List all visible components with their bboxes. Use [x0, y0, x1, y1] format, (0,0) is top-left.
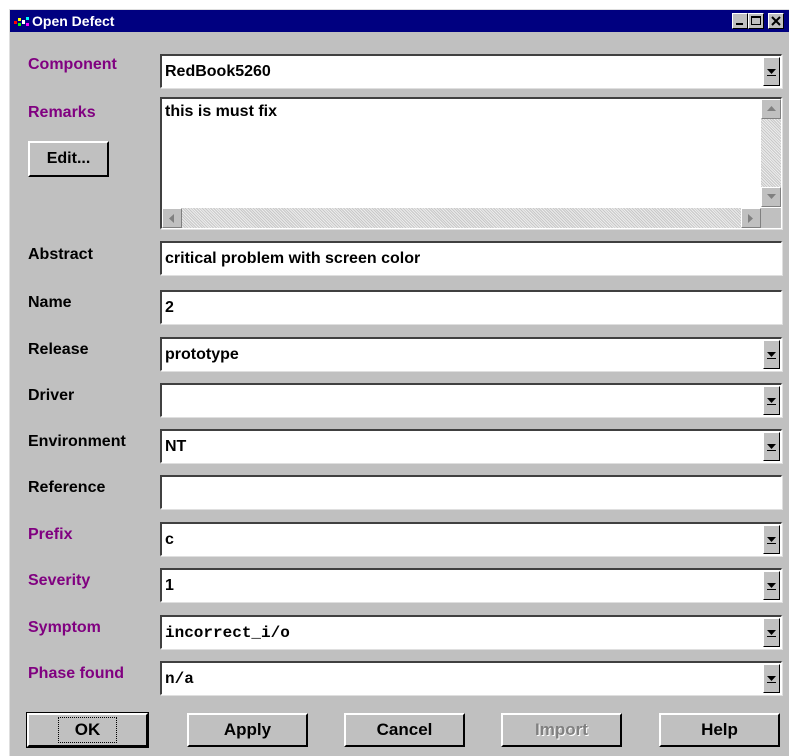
environment-value: NT	[165, 437, 187, 455]
driver-value	[165, 385, 759, 416]
reference-label: Reference	[28, 479, 106, 496]
severity-dropdown-button[interactable]	[763, 571, 780, 600]
chevron-up-icon	[767, 106, 776, 111]
driver-dropdown-button[interactable]	[763, 386, 780, 415]
prefix-select[interactable]: c	[160, 522, 782, 556]
abstract-label: Abstract	[28, 246, 93, 263]
name-value: 2	[165, 298, 174, 316]
app-icon	[14, 15, 30, 27]
minimize-icon	[736, 23, 743, 25]
remarks-horizontal-scrollbar[interactable]	[162, 208, 761, 228]
close-icon	[771, 16, 781, 26]
remarks-vertical-scrollbar[interactable]	[761, 99, 781, 207]
symptom-value: incorrect_i/o	[165, 623, 290, 642]
ok-button[interactable]: OK	[26, 712, 149, 748]
minimize-button[interactable]	[732, 13, 748, 29]
symptom-label: Symptom	[28, 619, 101, 636]
chevron-down-icon	[767, 351, 776, 359]
phase-found-label: Phase found	[28, 665, 125, 682]
edit-button-label: Edit...	[46, 150, 91, 167]
phase-found-value: n/a	[165, 669, 194, 688]
ok-button-label: OK	[57, 717, 118, 743]
apply-button-label: Apply	[223, 720, 272, 739]
chevron-right-icon	[748, 214, 753, 223]
scroll-up-button[interactable]	[761, 99, 781, 119]
open-defect-dialog: Open Defect Component RedBook5260 Remark…	[9, 9, 789, 756]
help-button-label: Help	[701, 720, 738, 739]
release-dropdown-button[interactable]	[763, 340, 780, 369]
environment-select[interactable]: NT	[160, 429, 782, 463]
release-label: Release	[28, 341, 89, 358]
cancel-button[interactable]: Cancel	[344, 713, 465, 747]
close-button[interactable]	[768, 13, 784, 29]
remarks-edit-button[interactable]: Edit...	[28, 141, 109, 177]
maximize-icon	[751, 16, 761, 25]
symptom-dropdown-button[interactable]	[763, 618, 780, 647]
scrollbar-corner	[761, 208, 781, 228]
prefix-value: c	[165, 530, 174, 548]
chevron-down-icon	[767, 675, 776, 683]
prefix-label: Prefix	[28, 526, 73, 543]
release-select[interactable]: prototype	[160, 337, 782, 371]
window-title: Open Defect	[32, 13, 115, 29]
driver-select[interactable]	[160, 383, 782, 417]
release-value: prototype	[165, 345, 239, 363]
scroll-right-button[interactable]	[741, 208, 761, 228]
cancel-button-label: Cancel	[376, 720, 433, 739]
remarks-value: this is must fix	[165, 103, 278, 120]
component-select[interactable]: RedBook5260	[160, 54, 782, 88]
reference-input[interactable]	[160, 475, 782, 509]
name-label: Name	[28, 294, 72, 311]
title-bar[interactable]: Open Defect	[10, 10, 789, 32]
apply-button[interactable]: Apply	[187, 713, 308, 747]
chevron-down-icon	[767, 194, 776, 199]
import-button-label: Import	[535, 720, 588, 739]
component-dropdown-button[interactable]	[763, 57, 780, 86]
abstract-input[interactable]: critical problem with screen color	[160, 241, 782, 275]
chevron-down-icon	[767, 536, 776, 544]
chevron-left-icon	[169, 214, 174, 223]
phase-found-select[interactable]: n/a	[160, 661, 782, 695]
chevron-down-icon	[767, 629, 776, 637]
component-value: RedBook5260	[165, 62, 271, 80]
chevron-down-icon	[767, 582, 776, 590]
chevron-down-icon	[767, 68, 776, 76]
remarks-textarea[interactable]: this is must fix	[160, 97, 782, 229]
scroll-left-button[interactable]	[162, 208, 182, 228]
phase-found-dropdown-button[interactable]	[763, 664, 780, 693]
import-button: Import	[501, 713, 622, 747]
chevron-down-icon	[767, 397, 776, 405]
prefix-dropdown-button[interactable]	[763, 525, 780, 554]
scroll-down-button[interactable]	[761, 187, 781, 207]
chevron-down-icon	[767, 443, 776, 451]
remarks-label: Remarks	[28, 104, 96, 121]
component-label: Component	[28, 56, 117, 73]
environment-dropdown-button[interactable]	[763, 432, 780, 461]
environment-label: Environment	[28, 433, 126, 450]
maximize-button[interactable]	[748, 13, 764, 29]
severity-select[interactable]: 1	[160, 568, 782, 602]
reference-value	[165, 477, 778, 508]
abstract-value: critical problem with screen color	[165, 249, 421, 267]
driver-label: Driver	[28, 387, 75, 404]
name-input[interactable]: 2	[160, 290, 782, 324]
help-button[interactable]: Help	[659, 713, 780, 747]
severity-value: 1	[165, 576, 174, 594]
severity-label: Severity	[28, 572, 91, 589]
symptom-select[interactable]: incorrect_i/o	[160, 615, 782, 649]
